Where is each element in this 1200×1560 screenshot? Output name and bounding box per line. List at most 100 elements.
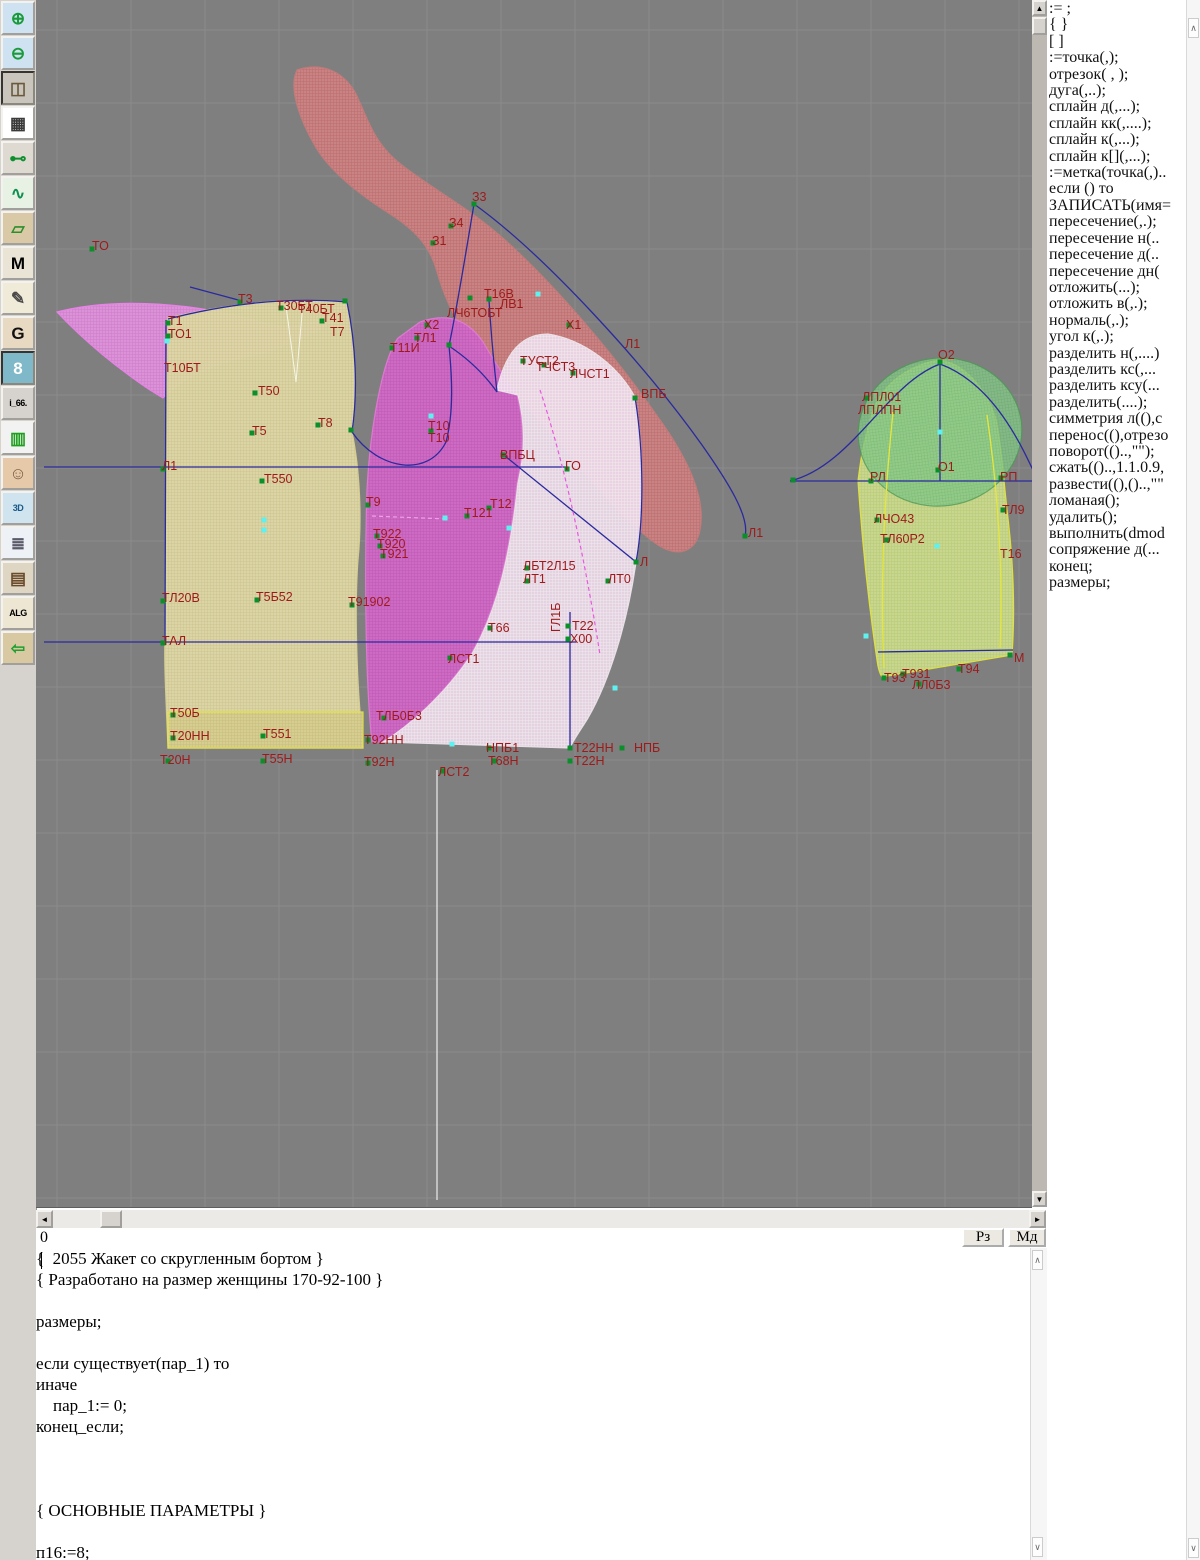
- command-item[interactable]: пересечение д(..: [1049, 247, 1186, 263]
- pattern-point[interactable]: [253, 391, 258, 396]
- command-item[interactable]: конец;: [1049, 559, 1186, 575]
- command-item[interactable]: угол к(,.);: [1049, 329, 1186, 345]
- selected-point[interactable]: [262, 528, 267, 533]
- pattern-point[interactable]: [349, 428, 354, 433]
- i66-button[interactable]: i_66.: [1, 386, 35, 420]
- selected-point[interactable]: [262, 518, 267, 523]
- canvas-vscroll-thumb[interactable]: [1032, 17, 1047, 35]
- pattern-point[interactable]: [447, 343, 452, 348]
- command-item[interactable]: :=точка(,);: [1049, 50, 1186, 66]
- command-item[interactable]: разделить н(,....): [1049, 346, 1186, 362]
- pattern-point[interactable]: [633, 396, 638, 401]
- print-preview-button[interactable]: ◫: [1, 71, 35, 105]
- command-item[interactable]: сплайн д(,...);: [1049, 99, 1186, 115]
- command-item[interactable]: поворот(()..,"");: [1049, 444, 1186, 460]
- size-table-button[interactable]: ▥: [1, 421, 35, 455]
- selected-point[interactable]: [864, 634, 869, 639]
- command-item[interactable]: перенос((),отрезо: [1049, 428, 1186, 444]
- command-item[interactable]: если () то: [1049, 181, 1186, 197]
- selected-point[interactable]: [443, 516, 448, 521]
- command-item[interactable]: сплайн кк(,....);: [1049, 116, 1186, 132]
- command-item[interactable]: нормаль(,.);: [1049, 313, 1186, 329]
- pattern-canvas[interactable]: ТОТ3Т30БТТ40БТТ41Т7Т1ТО1Т10БТТ50Т5Т8Л1Т5…: [36, 0, 1032, 1207]
- command-item[interactable]: сплайн к(,...);: [1049, 132, 1186, 148]
- command-item[interactable]: разделить ксу(...: [1049, 378, 1186, 394]
- exit-button[interactable]: ⇦: [1, 631, 35, 665]
- editor-scroll-down-button[interactable]: ∨: [1032, 1537, 1043, 1557]
- command-item[interactable]: ломаная();: [1049, 493, 1186, 509]
- model-photo-button[interactable]: ☺: [1, 456, 35, 490]
- canvas-area[interactable]: ТОТ3Т30БТТ40БТТ41Т7Т1ТО1Т10БТТ50Т5Т8Л1Т5…: [36, 0, 1032, 1208]
- scroll-left-button[interactable]: ◄: [36, 1210, 53, 1228]
- canvas-vertical-scrollbar[interactable]: ▲ ▼: [1032, 0, 1047, 1207]
- command-item[interactable]: симметрия л((),с: [1049, 411, 1186, 427]
- command-item[interactable]: разделить кс(,...: [1049, 362, 1186, 378]
- text-list-button[interactable]: ≣: [1, 526, 35, 560]
- editor-vertical-scrollbar[interactable]: ∧ ∨: [1030, 1248, 1047, 1560]
- command-item[interactable]: пересечение н(..: [1049, 231, 1186, 247]
- command-item[interactable]: сжать(()..,1.1.0.9,: [1049, 460, 1186, 476]
- pattern-point[interactable]: [1008, 653, 1013, 658]
- command-item[interactable]: ЗАПИСАТЬ(имя=: [1049, 198, 1186, 214]
- command-item[interactable]: разделить(....);: [1049, 395, 1186, 411]
- selected-point[interactable]: [938, 430, 943, 435]
- methods-books-button[interactable]: ▤: [1, 561, 35, 595]
- grid-button[interactable]: ▦: [1, 106, 35, 140]
- view-3d-button[interactable]: 3D: [1, 491, 35, 525]
- sketch-curve-button[interactable]: ∿: [1, 176, 35, 210]
- command-item[interactable]: отрезок( , );: [1049, 67, 1186, 83]
- calc-button[interactable]: 8: [1, 351, 35, 385]
- canvas-horizontal-scrollbar[interactable]: ◄ ►: [36, 1210, 1046, 1228]
- canvas-hscroll-thumb[interactable]: [100, 1210, 122, 1228]
- sizes-rz-button[interactable]: Рз: [962, 1228, 1004, 1247]
- pattern-piece-button[interactable]: ▱: [1, 211, 35, 245]
- grazia-button[interactable]: G: [1, 316, 35, 350]
- pattern-point[interactable]: [566, 624, 571, 629]
- command-item[interactable]: пересечение(,.);: [1049, 214, 1186, 230]
- pattern-point[interactable]: [468, 296, 473, 301]
- command-item[interactable]: [ ]: [1049, 34, 1186, 50]
- command-item[interactable]: отложить в(,.);: [1049, 296, 1186, 312]
- command-item[interactable]: сопряжение д(...: [1049, 542, 1186, 558]
- marker-button[interactable]: M: [1, 246, 35, 280]
- command-item[interactable]: { }: [1049, 17, 1186, 33]
- selected-point[interactable]: [536, 292, 541, 297]
- code-editor[interactable]: { 2055 Жакет со скругленным бортом }{ Ра…: [36, 1248, 1030, 1560]
- editor-scroll-up-button[interactable]: ∧: [1032, 1250, 1043, 1270]
- command-list-scrollbar[interactable]: ∧ ∨: [1186, 0, 1200, 1560]
- pattern-point[interactable]: [743, 534, 748, 539]
- zoom-in-button[interactable]: ⊕: [1, 1, 35, 35]
- command-item[interactable]: удалить();: [1049, 510, 1186, 526]
- zoom-out-button[interactable]: ⊖: [1, 36, 35, 70]
- algorithms-button[interactable]: ALG: [1, 596, 35, 630]
- pattern-point[interactable]: [791, 478, 796, 483]
- pattern-point[interactable]: [634, 560, 639, 565]
- pattern-point[interactable]: [343, 299, 348, 304]
- commands-scroll-down-button[interactable]: ∨: [1188, 1538, 1199, 1558]
- pattern-point[interactable]: [620, 746, 625, 751]
- selected-point[interactable]: [613, 686, 618, 691]
- selected-point[interactable]: [429, 414, 434, 419]
- scroll-right-button[interactable]: ►: [1029, 1210, 1046, 1228]
- point-label: ТЛ20В: [162, 591, 200, 605]
- commands-scroll-up-button[interactable]: ∧: [1188, 18, 1199, 38]
- command-item[interactable]: пересечение дн(: [1049, 264, 1186, 280]
- selected-point[interactable]: [507, 526, 512, 531]
- models-md-button[interactable]: Мд: [1008, 1228, 1046, 1247]
- command-item[interactable]: выполнить(dmod: [1049, 526, 1186, 542]
- scroll-up-button[interactable]: ▲: [1032, 0, 1047, 16]
- pattern-point[interactable]: [568, 759, 573, 764]
- command-item[interactable]: дуга(,..);: [1049, 83, 1186, 99]
- command-item[interactable]: отложить(...);: [1049, 280, 1186, 296]
- drafting-tools-button[interactable]: ✎: [1, 281, 35, 315]
- scroll-down-button[interactable]: ▼: [1032, 1191, 1047, 1207]
- selected-point[interactable]: [450, 742, 455, 747]
- command-item[interactable]: сплайн к[](,...);: [1049, 149, 1186, 165]
- command-item[interactable]: размеры;: [1049, 575, 1186, 591]
- pattern-point[interactable]: [568, 746, 573, 751]
- command-item[interactable]: := ;: [1049, 1, 1186, 17]
- measure-segment-button[interactable]: ⊷: [1, 141, 35, 175]
- selected-point[interactable]: [935, 544, 940, 549]
- command-item[interactable]: :=метка(точка(,)..: [1049, 165, 1186, 181]
- command-item[interactable]: развести((),()..,"": [1049, 477, 1186, 493]
